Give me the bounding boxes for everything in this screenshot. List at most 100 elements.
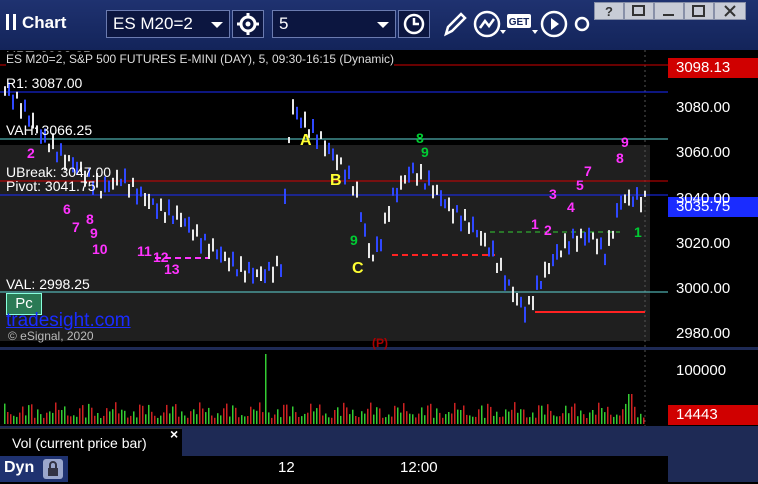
volume-bar <box>445 414 447 424</box>
price-chart[interactable]: UPT: 3098.25 ES M20=2, S&P 500 FUTURES E… <box>0 48 668 350</box>
get-icon-label: GET <box>509 17 530 28</box>
volume-bar <box>538 405 540 424</box>
time-axis[interactable]: 12 12:00 <box>0 456 668 482</box>
volume-close-button[interactable]: × <box>170 426 178 442</box>
price-bar <box>160 198 162 211</box>
restore-button[interactable] <box>624 2 654 20</box>
volume-bar <box>544 414 546 424</box>
price-bar <box>324 140 326 157</box>
volume-axis[interactable]: 100000 14443 <box>668 350 758 426</box>
volume-bar <box>136 417 138 424</box>
price-bar <box>428 170 430 186</box>
volume-bar <box>556 416 558 424</box>
get-button[interactable]: GET <box>506 8 540 45</box>
volume-bar <box>355 416 357 424</box>
volume-bar <box>403 403 405 424</box>
price-bar <box>252 267 254 284</box>
svg-text:?: ? <box>605 4 613 19</box>
green-marker: 1 <box>634 224 642 240</box>
price-bar <box>124 168 126 184</box>
volume-bar <box>535 417 537 424</box>
seq-marker: 2 <box>544 222 552 238</box>
price-bar <box>276 255 278 267</box>
volume-plot <box>4 350 646 426</box>
price-bar <box>408 166 410 183</box>
link-button[interactable] <box>572 8 594 45</box>
price-bar <box>204 233 206 241</box>
minimize-button[interactable] <box>654 2 684 20</box>
price-bar <box>620 195 622 210</box>
volume-bar <box>409 413 411 424</box>
draw-tool-button[interactable] <box>440 8 468 45</box>
toolbar: Chart ES M20=2 5 GET ? <box>0 0 758 50</box>
volume-bar <box>322 415 324 424</box>
price-bar <box>556 244 558 260</box>
volume-bar <box>100 418 102 424</box>
price-bar <box>296 106 298 120</box>
seq-marker: 7 <box>584 163 592 179</box>
maximize-button[interactable] <box>684 2 714 20</box>
volume-bar <box>265 354 267 424</box>
r1-label: R1: 3087.00 <box>6 75 83 91</box>
volume-bar <box>91 407 93 424</box>
volume-bar <box>406 411 408 424</box>
study-button[interactable] <box>472 8 506 45</box>
volume-bar <box>391 416 393 424</box>
volume-bar <box>571 406 573 424</box>
price-bar <box>624 194 626 204</box>
price-bar <box>364 223 366 237</box>
price-bar <box>108 180 110 193</box>
volume-bar <box>613 416 615 424</box>
volume-bar <box>250 406 252 424</box>
volume-bar <box>37 409 39 424</box>
volume-bar <box>169 413 171 424</box>
volume-bar <box>313 411 315 424</box>
replay-button[interactable] <box>540 8 570 45</box>
price-bar <box>588 227 590 243</box>
volume-bar <box>454 402 456 424</box>
price-bar <box>384 212 386 224</box>
price-bar <box>352 186 354 196</box>
close-button[interactable] <box>714 2 746 20</box>
lock-button[interactable] <box>43 459 63 479</box>
maximize-icon <box>692 5 705 17</box>
price-bar <box>56 151 58 163</box>
volume-bar <box>31 404 33 424</box>
volume-bar <box>13 415 15 424</box>
volume-pane[interactable] <box>0 350 668 426</box>
volume-bar <box>418 413 420 424</box>
volume-bar <box>460 410 462 424</box>
interval-dropdown[interactable]: 5 <box>272 10 396 38</box>
volume-bar <box>202 408 204 424</box>
time-button[interactable] <box>398 10 430 38</box>
volume-bar <box>163 412 165 424</box>
volume-bar <box>637 417 639 424</box>
volume-bar <box>619 415 621 424</box>
settings-button[interactable] <box>232 10 264 38</box>
volume-tick: 100000 <box>676 362 727 379</box>
volume-bar <box>160 415 162 424</box>
volume-bar <box>553 415 555 424</box>
seq-marker: 9 <box>90 225 98 241</box>
volume-bar <box>271 417 273 424</box>
volume-bar <box>130 415 132 424</box>
volume-bar <box>415 417 417 424</box>
volume-bar <box>151 411 153 424</box>
price-bar <box>216 249 218 260</box>
price-bar <box>524 306 526 323</box>
price-bar <box>240 256 242 272</box>
symbol-dropdown[interactable]: ES M20=2 <box>106 10 230 38</box>
volume-bar <box>58 409 60 424</box>
price-bar <box>612 230 614 239</box>
price-bar <box>180 212 182 228</box>
price-bar <box>536 275 538 290</box>
price-bar <box>592 232 594 240</box>
price-bar <box>16 91 18 99</box>
volume-bar <box>220 415 222 424</box>
volume-bar <box>568 413 570 424</box>
volume-bar <box>28 405 30 424</box>
price-bar <box>168 199 170 216</box>
help-button[interactable]: ? <box>594 2 624 20</box>
price-bar <box>580 228 582 239</box>
volume-bar <box>472 416 474 424</box>
